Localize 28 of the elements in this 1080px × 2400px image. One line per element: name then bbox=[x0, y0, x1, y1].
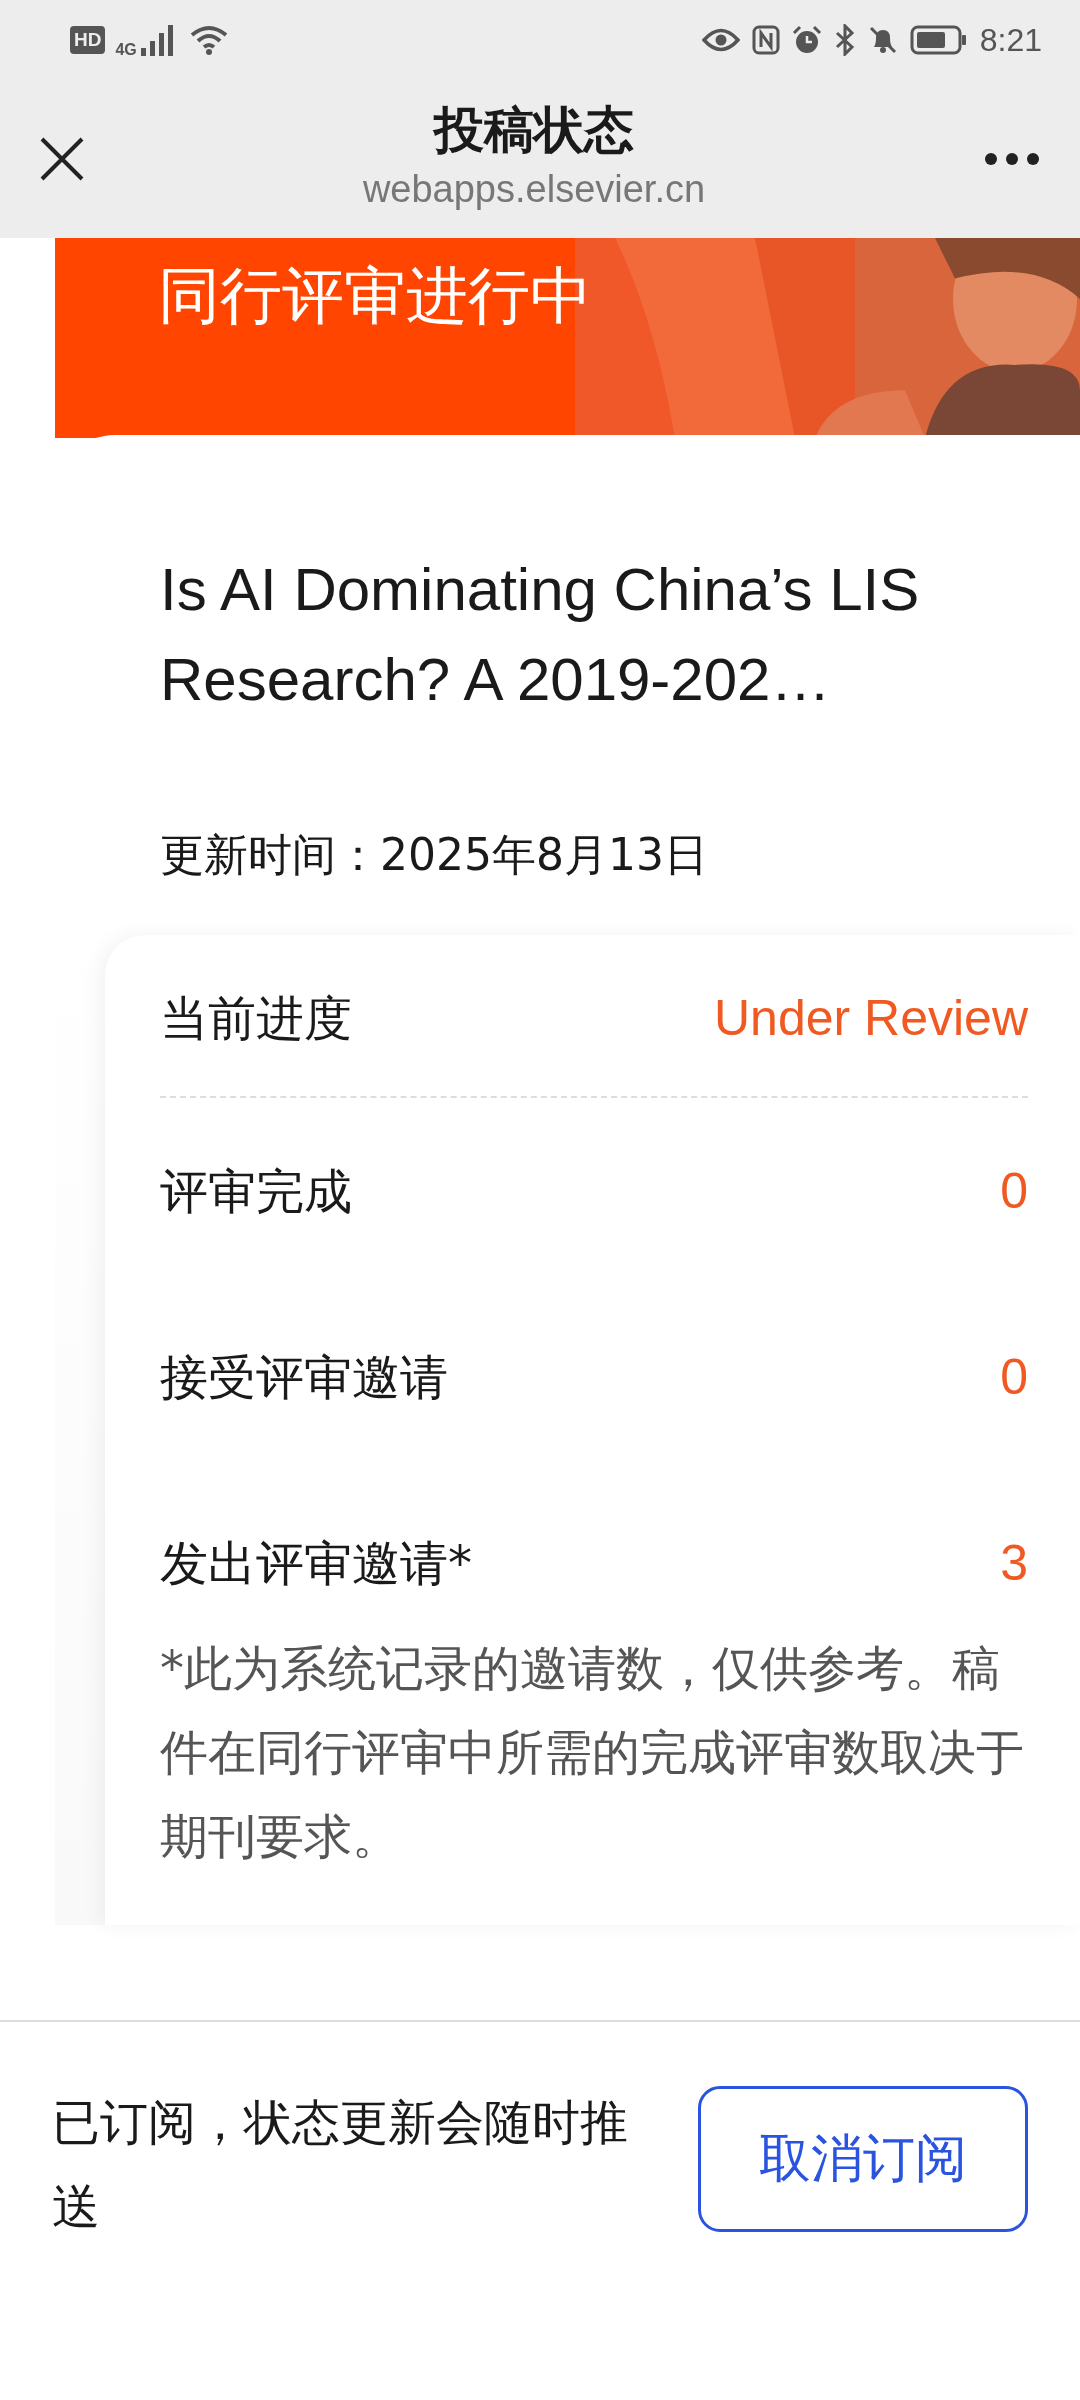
stat-label: 接受评审邀请 bbox=[160, 1348, 448, 1407]
muted-bell-icon bbox=[867, 25, 898, 55]
footnote-text: *此为系统记录的邀请数，仅供参考。稿件在同行评审中所需的完成评审数取决于期刊要求。 bbox=[160, 1639, 1025, 1866]
network-label: 4G bbox=[115, 41, 137, 59]
eye-icon bbox=[701, 27, 740, 53]
subscription-message: 已订阅，状态更新会随时推送 bbox=[52, 2093, 629, 2236]
more-icon[interactable] bbox=[984, 152, 1040, 166]
nfc-icon bbox=[751, 25, 780, 55]
battery-icon bbox=[909, 25, 968, 55]
update-time: 更新时间：2025年8月13日 bbox=[160, 828, 709, 882]
page-title: 投稿状态 bbox=[434, 100, 634, 161]
stat-label: 评审完成 bbox=[160, 1162, 352, 1221]
stat-value: 0 bbox=[1000, 1162, 1028, 1221]
stat-label: 发出评审邀请* bbox=[160, 1534, 472, 1593]
manuscript-title: Is AI Dominating China’s LIS Research? A 2019-202… bbox=[160, 555, 921, 715]
page-url: webapps.elsevier.cn bbox=[362, 167, 706, 212]
unsubscribe-button[interactable]: 取消订阅 bbox=[698, 2086, 1028, 2232]
progress-label: 当前进度 bbox=[160, 989, 352, 1048]
status-time: 8:21 bbox=[979, 21, 1042, 59]
progress-value: Under Review bbox=[714, 989, 1028, 1048]
hd-badge: HD bbox=[70, 26, 106, 54]
bluetooth-icon bbox=[833, 24, 856, 56]
alarm-icon bbox=[791, 25, 822, 55]
wifi-icon bbox=[188, 24, 229, 56]
stat-value: 3 bbox=[1000, 1534, 1028, 1593]
close-icon[interactable] bbox=[40, 137, 84, 181]
banner-title: 同行评审进行中 bbox=[157, 258, 593, 334]
stat-value: 0 bbox=[1000, 1348, 1028, 1407]
